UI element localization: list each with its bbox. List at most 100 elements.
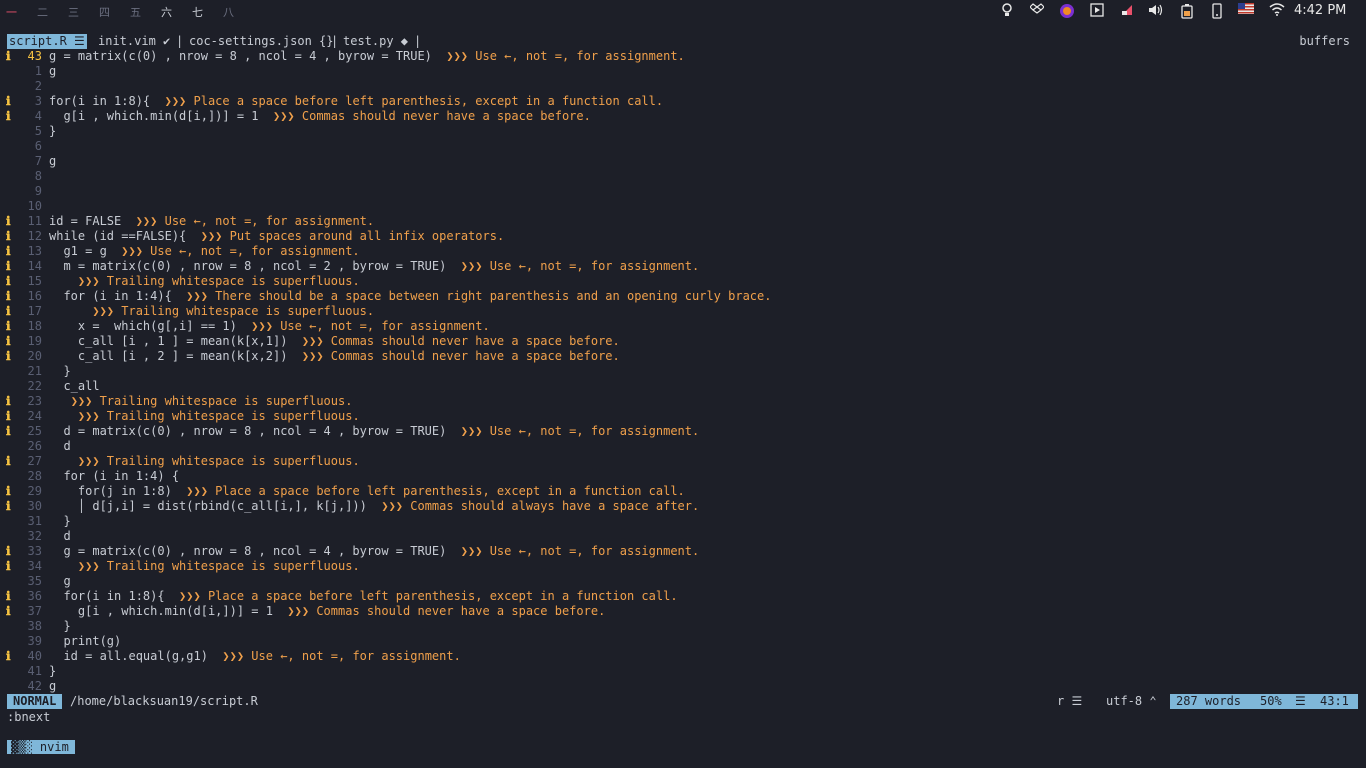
code-text[interactable]: for (i in 1:4){ ❯❯❯ There should be a sp… [49,289,771,304]
workspace-7[interactable]: 七 [192,4,203,20]
code-text[interactable]: d [49,529,70,544]
workspace-1[interactable]: 一 [6,4,17,20]
workspace-2[interactable]: 二 [37,4,48,20]
tmux-window-tab[interactable]: ▓▒░ nvim [7,740,75,754]
volume-icon[interactable] [1147,3,1165,19]
code-text[interactable]: g [49,679,56,694]
code-line[interactable]: 9 [0,184,1366,199]
code-line[interactable]: ℹ 19 c_all [i , 1 ] = mean(k[x,1]) ❯❯❯ Co… [0,334,1366,349]
code-text[interactable]: for(i in 1:8){ ❯❯❯ Place a space before … [49,94,663,109]
code-line[interactable]: 10 [0,199,1366,214]
code-line[interactable]: ℹ 37 g[i , which.min(d[i,])] = 1 ❯❯❯ Comm… [0,604,1366,619]
code-line[interactable]: ℹ 11 id = FALSE ❯❯❯ Use ←, not =, for assi… [0,214,1366,229]
code-line[interactable]: 2 [0,79,1366,94]
code-line[interactable]: ℹ 4 g[i , which.min(d[i,])] = 1 ❯❯❯ Comma… [0,109,1366,124]
code-text[interactable]: print(g) [49,634,121,649]
code-line[interactable]: ℹ 25 d = matrix(c(0) , nrow = 8 , ncol = … [0,424,1366,439]
command-line[interactable]: :bnext [7,710,50,725]
code-line[interactable]: ℹ 40 id = all.equal(g,g1) ❯❯❯ Use ←, not … [0,649,1366,664]
code-text[interactable]: id = FALSE ❯❯❯ Use ←, not =, for assignm… [49,214,374,229]
code-line[interactable]: 7g [0,154,1366,169]
code-line[interactable]: ℹ 34 ❯❯❯ Trailing whitespace is superfluo… [0,559,1366,574]
code-text[interactable]: ❯❯❯ Trailing whitespace is superfluous. [49,559,360,574]
code-line[interactable]: 21 } [0,364,1366,379]
code-text[interactable]: g = matrix(c(0) , nrow = 8 , ncol = 4 , … [49,49,685,64]
code-text[interactable]: g = matrix(c(0) , nrow = 8 , ncol = 4 , … [49,544,699,559]
code-line[interactable]: ℹ 16 for (i in 1:4){ ❯❯❯ There should be … [0,289,1366,304]
code-line[interactable]: ℹ 15 ❯❯❯ Trailing whitespace is superfluo… [0,274,1366,289]
code-text[interactable]: for (i in 1:4) { [49,469,179,484]
code-line[interactable]: 38 } [0,619,1366,634]
code-line[interactable]: ℹ 43 g = matrix(c(0) , nrow = 8 , ncol = 4… [0,49,1366,64]
code-text[interactable]: c_all [49,379,99,394]
code-line[interactable]: 1g [0,64,1366,79]
code-text[interactable]: ❯❯❯ Trailing whitespace is superfluous. [49,304,374,319]
code-text[interactable]: for(j in 1:8) ❯❯❯ Place a space before l… [49,484,685,499]
code-line[interactable]: ℹ 27 ❯❯❯ Trailing whitespace is superfluo… [0,454,1366,469]
bulb-icon[interactable] [998,3,1016,19]
tab-init-vim[interactable]: init.vim ✔ [98,34,170,49]
code-text[interactable]: } [49,619,70,634]
code-text[interactable]: while (id ==FALSE){ ❯❯❯ Put spaces aroun… [49,229,504,244]
code-line[interactable]: ℹ 14 m = matrix(c(0) , nrow = 8 , ncol = … [0,259,1366,274]
workspace-5[interactable]: 五 [130,4,141,20]
workspace-4[interactable]: 四 [99,4,110,20]
code-text[interactable]: g [49,64,56,79]
code-text[interactable]: g [49,154,56,169]
code-text[interactable]: m = matrix(c(0) , nrow = 8 , ncol = 2 , … [49,259,699,274]
code-text[interactable]: } [49,664,56,679]
code-text[interactable]: } [49,124,56,139]
media-play-icon[interactable] [1088,3,1106,19]
code-line[interactable]: ℹ 30 │ d[j,i] = dist(rbind(c_all[i,], k[j… [0,499,1366,514]
code-line[interactable]: 35 g [0,574,1366,589]
code-text[interactable]: c_all [i , 1 ] = mean(k[x,1]) ❯❯❯ Commas… [49,334,620,349]
phone-icon[interactable] [1208,3,1226,19]
code-text[interactable]: id = all.equal(g,g1) ❯❯❯ Use ←, not =, f… [49,649,460,664]
app-icon[interactable] [1118,3,1136,19]
tab-coc-settings-json[interactable]: coc-settings.json {} [189,34,334,49]
code-text[interactable]: g1 = g ❯❯❯ Use ←, not =, for assignment. [49,244,359,259]
code-line[interactable]: ℹ 12 while (id ==FALSE){ ❯❯❯ Put spaces ar… [0,229,1366,244]
code-line[interactable]: ℹ 23 ❯❯❯ Trailing whitespace is superfluo… [0,394,1366,409]
code-line[interactable]: ℹ 36 for(i in 1:8){ ❯❯❯ Place a space bef… [0,589,1366,604]
workspace-6[interactable]: 六 [161,4,172,20]
code-line[interactable]: 5} [0,124,1366,139]
code-line[interactable]: 22 c_all [0,379,1366,394]
code-line[interactable]: ℹ 17 ❯❯❯ Trailing whitespace is superfluo… [0,304,1366,319]
dropbox-icon[interactable] [1028,3,1046,19]
code-line[interactable]: ℹ 3 for(i in 1:8){ ❯❯❯ Place a space befor… [0,94,1366,109]
code-line[interactable]: ℹ 18 x = which(g[,i] == 1) ❯❯❯ Use ←, not… [0,319,1366,334]
code-text[interactable]: ❯❯❯ Trailing whitespace is superfluous. [49,274,360,289]
workspace-3[interactable]: 三 [68,4,79,20]
code-line[interactable]: 6 [0,139,1366,154]
code-line[interactable]: 8 [0,169,1366,184]
code-line[interactable]: ℹ 29 for(j in 1:8) ❯❯❯ Place a space befo… [0,484,1366,499]
code-text[interactable]: for(i in 1:8){ ❯❯❯ Place a space before … [49,589,677,604]
code-text[interactable]: d = matrix(c(0) , nrow = 8 , ncol = 4 , … [49,424,699,439]
tab-test-py[interactable]: test.py ◆ [343,34,408,49]
code-line[interactable]: 41} [0,664,1366,679]
us-flag-icon[interactable] [1237,3,1255,19]
tab-script-r[interactable]: script.R ☰ [7,34,87,49]
code-text[interactable]: g[i , which.min(d[i,])] = 1 ❯❯❯ Commas s… [49,604,605,619]
code-line[interactable]: 42 g [0,679,1366,694]
code-line[interactable]: 39 print(g) [0,634,1366,649]
workspace-8[interactable]: 八 [223,4,234,20]
code-text[interactable]: x = which(g[,i] == 1) ❯❯❯ Use ←, not =, … [49,319,490,334]
code-text[interactable]: │ d[j,i] = dist(rbind(c_all[i,], k[j,]))… [49,499,699,514]
code-line[interactable]: ℹ 24 ❯❯❯ Trailing whitespace is superfluo… [0,409,1366,424]
code-line[interactable]: ℹ 13 g1 = g ❯❯❯ Use ←, not =, for assignm… [0,244,1366,259]
firefox-icon[interactable] [1058,3,1076,19]
code-text[interactable]: c_all [i , 2 ] = mean(k[x,2]) ❯❯❯ Commas… [49,349,620,364]
code-line[interactable]: ℹ 33 g = matrix(c(0) , nrow = 8 , ncol = … [0,544,1366,559]
code-line[interactable]: 31 } [0,514,1366,529]
battery-icon[interactable] [1178,3,1196,19]
code-text[interactable]: } [49,514,70,529]
code-text[interactable]: d [49,439,70,454]
code-text[interactable]: ❯❯❯ Trailing whitespace is superfluous. [49,394,353,409]
code-text[interactable]: g [49,574,70,589]
wifi-icon[interactable] [1268,3,1286,19]
code-line[interactable]: ℹ 20 c_all [i , 2 ] = mean(k[x,2]) ❯❯❯ Co… [0,349,1366,364]
code-line[interactable]: 28 for (i in 1:4) { [0,469,1366,484]
code-line[interactable]: 32 d [0,529,1366,544]
